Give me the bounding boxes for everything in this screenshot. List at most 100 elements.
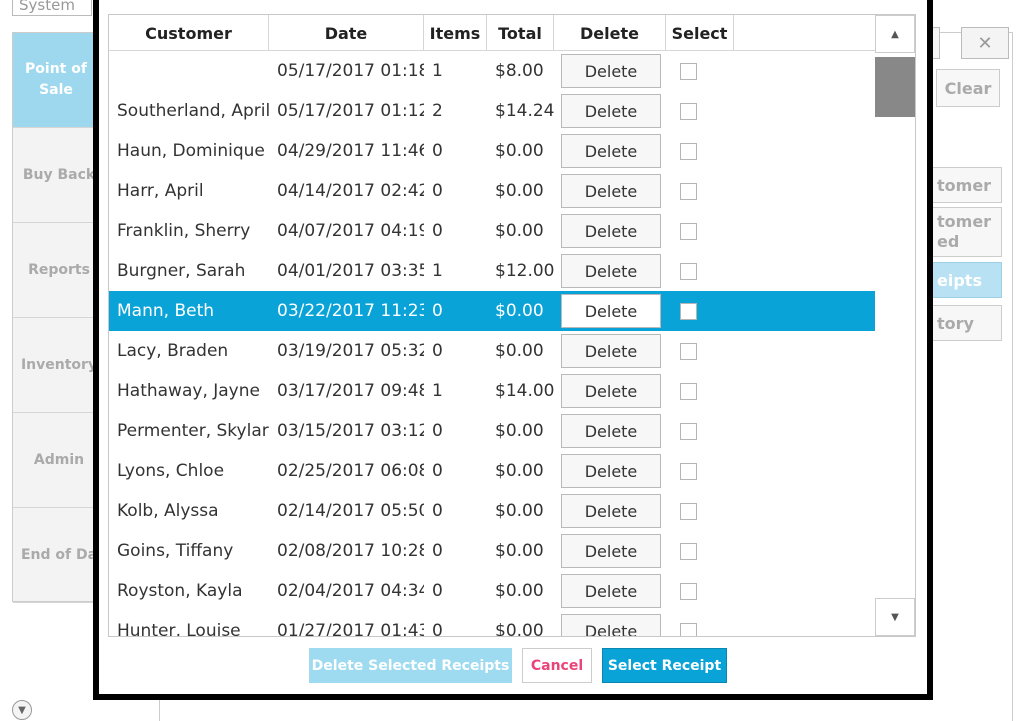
items-cell: 0 [432,541,443,561]
date-cell: 04/07/2017 04:19 [277,221,424,241]
select-checkbox[interactable] [680,382,697,400]
nav-item-reports[interactable]: Reports [13,223,93,318]
select-cell [666,102,734,120]
select-checkbox[interactable] [680,342,697,360]
items-cell: 0 [432,181,443,201]
items-cell: 1 [432,61,443,81]
delete-row-button[interactable]: Delete [561,134,661,168]
delete-cell: Delete [554,134,666,168]
vertical-scrollbar[interactable]: ▲ ▼ [875,15,915,636]
table-row[interactable]: Southerland, April 05/17/2017 01:12 2 $14.2… [109,91,875,131]
select-checkbox[interactable] [680,142,697,160]
column-header-total[interactable]: Total [487,15,554,51]
column-header-items[interactable]: Items [424,15,487,51]
date-cell: 01/27/2017 01:43 [277,621,424,637]
close-icon[interactable]: ✕ [961,27,1009,59]
nav-item-point-of-sale[interactable]: Point of Sale [13,33,93,128]
customer-button[interactable]: tomer [930,167,1002,203]
table-row[interactable]: Lyons, Chloe 02/25/2017 06:08 0 $0.00 Delete [109,451,875,491]
customer-cell: Hunter, Louise [117,621,241,637]
cancel-button[interactable]: Cancel [522,648,592,683]
table-row[interactable]: Hathaway, Jayne 03/17/2017 09:48 1 $14.00 De… [109,371,875,411]
table-row[interactable]: Harr, April 04/14/2017 02:42 0 $0.00 Delete [109,171,875,211]
items-cell: 0 [432,621,443,637]
expand-chevron-icon[interactable]: ▼ [12,700,32,720]
table-row[interactable]: 05/17/2017 01:18 1 $8.00 Delete [109,51,875,91]
delete-row-button[interactable]: Delete [561,374,661,408]
column-header-customer[interactable]: Customer [109,15,269,51]
delete-row-button[interactable]: Delete [561,334,661,368]
delete-row-button[interactable]: Delete [561,214,661,248]
clear-button[interactable]: Clear [936,69,1000,107]
select-checkbox[interactable] [680,422,697,440]
delete-row-button[interactable]: Delete [561,54,661,88]
table-row[interactable]: Lacy, Braden 03/19/2017 05:32 0 $0.00 Delete [109,331,875,371]
table-row[interactable]: Haun, Dominique 04/29/2017 11:46 0 $0.00 Del… [109,131,875,171]
select-checkbox[interactable] [680,222,697,240]
nav-item-buy-back[interactable]: Buy Back [13,128,93,223]
customer-need-line1: tomer [937,212,992,231]
delete-row-button[interactable]: Delete [561,174,661,208]
select-receipt-button[interactable]: Select Receipt [602,648,727,683]
customer-cell: Southerland, April [117,101,269,121]
select-checkbox[interactable] [680,62,697,80]
table-row[interactable]: Franklin, Sherry 04/07/2017 04:19 0 $0.00 De… [109,211,875,251]
delete-row-button[interactable]: Delete [561,414,661,448]
total-cell: $0.00 [495,501,544,521]
nav-item-end-of-day[interactable]: End of Da [13,508,93,603]
table-row[interactable]: Permenter, Skylar 03/15/2017 03:12 0 $0.00 D… [109,411,875,451]
total-cell: $14.24 [495,101,554,121]
grid-body: 05/17/2017 01:18 1 $8.00 Delete Southerland,… [109,51,875,637]
column-header-date[interactable]: Date [269,15,424,51]
table-row[interactable]: Mann, Beth 03/22/2017 11:23 0 $0.00 Delete [109,291,875,331]
delete-row-button[interactable]: Delete [561,614,661,636]
items-cell: 2 [432,101,443,121]
select-checkbox[interactable] [680,542,697,560]
receipts-button[interactable]: eipts [930,262,1002,298]
system-menu[interactable]: System [12,0,92,16]
select-checkbox[interactable] [680,182,697,200]
nav-item-admin[interactable]: Admin [13,413,93,508]
table-row[interactable]: Kolb, Alyssa 02/14/2017 05:50 0 $0.00 Delete [109,491,875,531]
items-cell: 0 [432,141,443,161]
select-checkbox[interactable] [680,302,697,320]
delete-row-button[interactable]: Delete [561,534,661,568]
items-cell: 0 [432,301,443,321]
customer-cell: Haun, Dominique [117,141,265,161]
select-checkbox[interactable] [680,622,697,636]
delete-cell: Delete [554,574,666,608]
delete-row-button[interactable]: Delete [561,454,661,488]
table-row[interactable]: Burgner, Sarah 04/01/2017 03:35 1 $12.00 Del… [109,251,875,291]
select-cell [666,622,734,636]
history-button[interactable]: tory [930,305,1002,341]
select-checkbox[interactable] [680,462,697,480]
select-checkbox[interactable] [680,502,697,520]
scroll-up-icon[interactable]: ▲ [875,15,915,53]
total-cell: $0.00 [495,581,544,601]
table-row[interactable]: Hunter, Louise 01/27/2017 01:43 0 $0.00 Dele… [109,611,875,637]
delete-row-button[interactable]: Delete [561,574,661,608]
delete-row-button[interactable]: Delete [561,494,661,528]
select-checkbox[interactable] [680,582,697,600]
delete-row-button[interactable]: Delete [561,94,661,128]
table-row[interactable]: Royston, Kayla 02/04/2017 04:34 0 $0.00 Dele… [109,571,875,611]
total-cell: $0.00 [495,181,544,201]
select-checkbox[interactable] [680,102,697,120]
nav-item-inventory[interactable]: Inventory [13,318,93,413]
delete-selected-receipts-button[interactable]: Delete Selected Receipts [309,648,512,683]
customer-cell: Burgner, Sarah [117,261,246,281]
delete-row-button[interactable]: Delete [561,254,661,288]
scrollbar-thumb[interactable] [875,57,915,117]
select-cell [666,182,734,200]
delete-row-button[interactable]: Delete [561,294,661,328]
total-cell: $0.00 [495,421,544,441]
total-cell: $8.00 [495,61,544,81]
select-cell [666,382,734,400]
grid-header: Customer Date Items Total Delete Select [109,15,875,51]
total-cell: $12.00 [495,261,554,281]
table-row[interactable]: Goins, Tiffany 02/08/2017 10:28 0 $0.00 Dele… [109,531,875,571]
customer-need-button[interactable]: tomer ed [930,207,1002,257]
select-checkbox[interactable] [680,262,697,280]
total-cell: $0.00 [495,621,544,637]
scroll-down-icon[interactable]: ▼ [875,598,915,636]
